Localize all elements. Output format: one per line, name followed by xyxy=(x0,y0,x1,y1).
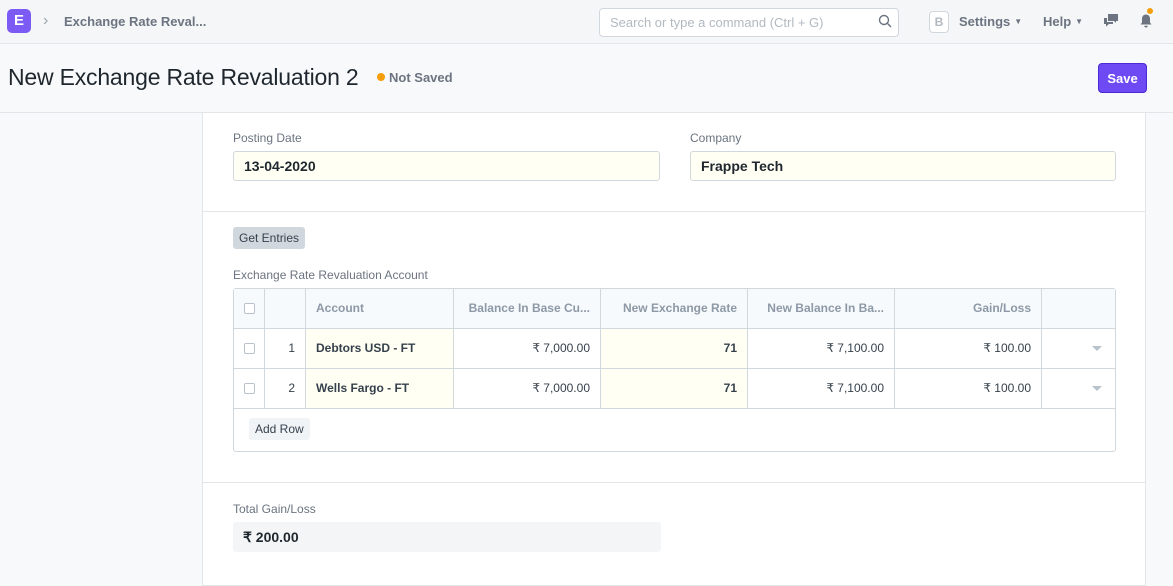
posting-date-label: Posting Date xyxy=(233,131,302,145)
row-action-cell xyxy=(1042,329,1115,368)
column-header-rate[interactable]: New Exchange Rate xyxy=(601,289,748,328)
help-dropdown[interactable]: Help ▼ xyxy=(1043,14,1083,29)
status-dot xyxy=(377,73,385,81)
company-label: Company xyxy=(690,131,742,145)
total-label: Total Gain/Loss xyxy=(233,502,316,516)
chevron-right-icon: › xyxy=(43,12,49,29)
caret-down-icon: ▼ xyxy=(1014,17,1023,26)
get-entries-button[interactable]: Get Entries xyxy=(233,227,306,249)
row-number: 1 xyxy=(265,329,306,368)
total-gain-loss-value: ₹ 200.00 xyxy=(233,522,661,552)
help-label: Help xyxy=(1043,14,1072,29)
gain-loss-cell: ₹ 100.00 xyxy=(895,369,1042,408)
select-all-checkbox[interactable] xyxy=(244,303,255,314)
table-row[interactable]: 2 Wells Fargo - FT ₹ 7,000.00 71 ₹ 7,100… xyxy=(234,369,1115,409)
caret-down-icon: ▼ xyxy=(1075,17,1084,26)
posting-date-field[interactable]: 13-04-2020 xyxy=(233,151,660,181)
settings-dropdown[interactable]: Settings ▼ xyxy=(959,14,1022,29)
header-action-cell xyxy=(1042,289,1115,328)
balance-cell: ₹ 7,000.00 xyxy=(454,369,601,408)
account-cell[interactable]: Wells Fargo - FT xyxy=(306,369,454,408)
section-divider xyxy=(203,482,1145,483)
section-divider xyxy=(203,211,1145,212)
row-action-cell xyxy=(1042,369,1115,408)
row-number: 2 xyxy=(265,369,306,408)
row-checkbox[interactable] xyxy=(244,343,255,354)
save-button[interactable]: Save xyxy=(1098,63,1147,93)
row-dropdown-icon[interactable] xyxy=(1092,386,1102,391)
table-row[interactable]: 1 Debtors USD - FT ₹ 7,000.00 71 ₹ 7,100… xyxy=(234,329,1115,369)
new-balance-cell: ₹ 7,100.00 xyxy=(748,329,895,368)
row-checkbox-cell xyxy=(234,329,265,368)
breadcrumb[interactable]: Exchange Rate Reval... xyxy=(64,14,206,29)
new-balance-cell: ₹ 7,100.00 xyxy=(748,369,895,408)
page-title: New Exchange Rate Revaluation 2 xyxy=(8,64,359,90)
chat-icon[interactable] xyxy=(1103,13,1119,29)
row-checkbox[interactable] xyxy=(244,383,255,394)
column-header-balance[interactable]: Balance In Base Cu... xyxy=(454,289,601,328)
status-badge: Not Saved xyxy=(389,70,453,85)
gain-loss-cell: ₹ 100.00 xyxy=(895,329,1042,368)
row-checkbox-cell xyxy=(234,369,265,408)
app-logo[interactable]: E xyxy=(7,9,31,33)
account-cell[interactable]: Debtors USD - FT xyxy=(306,329,454,368)
search-icon[interactable] xyxy=(878,14,892,28)
column-header-account[interactable]: Account xyxy=(306,289,454,328)
settings-label: Settings xyxy=(959,14,1011,29)
header-number-cell xyxy=(265,289,306,328)
table-header: Account Balance In Base Cu... New Exchan… xyxy=(234,289,1115,329)
header-checkbox-cell xyxy=(234,289,265,328)
company-field[interactable]: Frappe Tech xyxy=(690,151,1116,181)
notification-dot xyxy=(1147,8,1153,14)
add-row-button[interactable]: Add Row xyxy=(249,418,310,440)
row-dropdown-icon[interactable] xyxy=(1092,346,1102,351)
rate-cell[interactable]: 71 xyxy=(601,369,748,408)
balance-cell: ₹ 7,000.00 xyxy=(454,329,601,368)
column-header-gain-loss[interactable]: Gain/Loss xyxy=(895,289,1042,328)
navbar: E › Exchange Rate Reval... B Settings▼ H… xyxy=(0,0,1173,44)
form-card: Posting Date 13-04-2020 Company Frappe T… xyxy=(202,113,1146,586)
table-label: Exchange Rate Revaluation Account xyxy=(233,268,428,282)
search-input[interactable] xyxy=(599,8,899,37)
rate-cell[interactable]: 71 xyxy=(601,329,748,368)
accounts-table: Account Balance In Base Cu... New Exchan… xyxy=(233,288,1116,452)
column-header-new-balance[interactable]: New Balance In Ba... xyxy=(748,289,895,328)
avatar[interactable]: B xyxy=(929,11,949,33)
bell-icon[interactable] xyxy=(1139,13,1153,29)
